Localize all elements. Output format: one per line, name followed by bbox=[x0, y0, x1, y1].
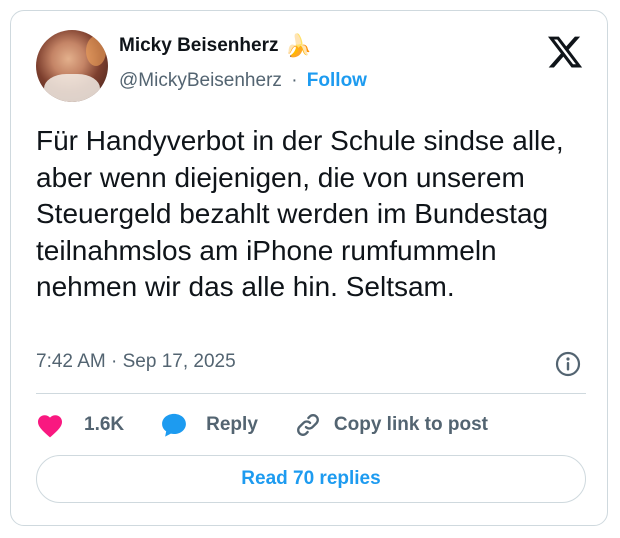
heart-icon bbox=[37, 415, 63, 438]
tweet-text: Für Handyverbot in der Schule sindse all… bbox=[36, 125, 564, 302]
info-icon[interactable] bbox=[555, 351, 581, 377]
author-handle[interactable]: @MickyBeisenherz bbox=[119, 70, 282, 91]
tweet-timestamp[interactable]: 7:42 AM · Sep 17, 2025 bbox=[36, 351, 236, 373]
author-handle-row: @MickyBeisenherz · Follow bbox=[119, 70, 367, 92]
x-logo-icon[interactable] bbox=[545, 33, 585, 71]
tweet-date: Sep 17, 2025 bbox=[122, 351, 236, 372]
follow-button[interactable]: Follow bbox=[307, 70, 367, 91]
reply-button[interactable]: Reply bbox=[160, 411, 258, 439]
divider bbox=[36, 393, 586, 394]
like-count: 1.6K bbox=[84, 414, 125, 435]
handle-separator: · bbox=[291, 70, 298, 91]
tweet-time: 7:42 AM bbox=[36, 351, 106, 372]
timestamp-separator: · bbox=[111, 351, 118, 372]
tweet-card: Micky Beisenherz 🍌 @MickyBeisenherz · Fo… bbox=[10, 10, 608, 526]
banana-emoji-icon: 🍌 bbox=[284, 33, 312, 58]
speech-bubble-icon bbox=[162, 413, 187, 437]
avatar-background-light bbox=[86, 36, 106, 66]
link-icon bbox=[296, 414, 319, 436]
reply-label: Reply bbox=[206, 414, 258, 435]
copy-link-label: Copy link to post bbox=[333, 414, 488, 435]
read-replies-button[interactable]: Read 70 replies bbox=[36, 455, 586, 503]
avatar-shirt bbox=[44, 74, 100, 102]
avatar[interactable] bbox=[36, 30, 108, 102]
action-bar: 1.6K Reply Copy link to post bbox=[36, 411, 488, 439]
author-display-name[interactable]: Micky Beisenherz bbox=[119, 35, 278, 57]
author-name-row: Micky Beisenherz 🍌 bbox=[119, 35, 312, 57]
copy-link-button[interactable]: Copy link to post bbox=[294, 411, 488, 439]
like-button[interactable]: 1.6K bbox=[36, 412, 124, 438]
